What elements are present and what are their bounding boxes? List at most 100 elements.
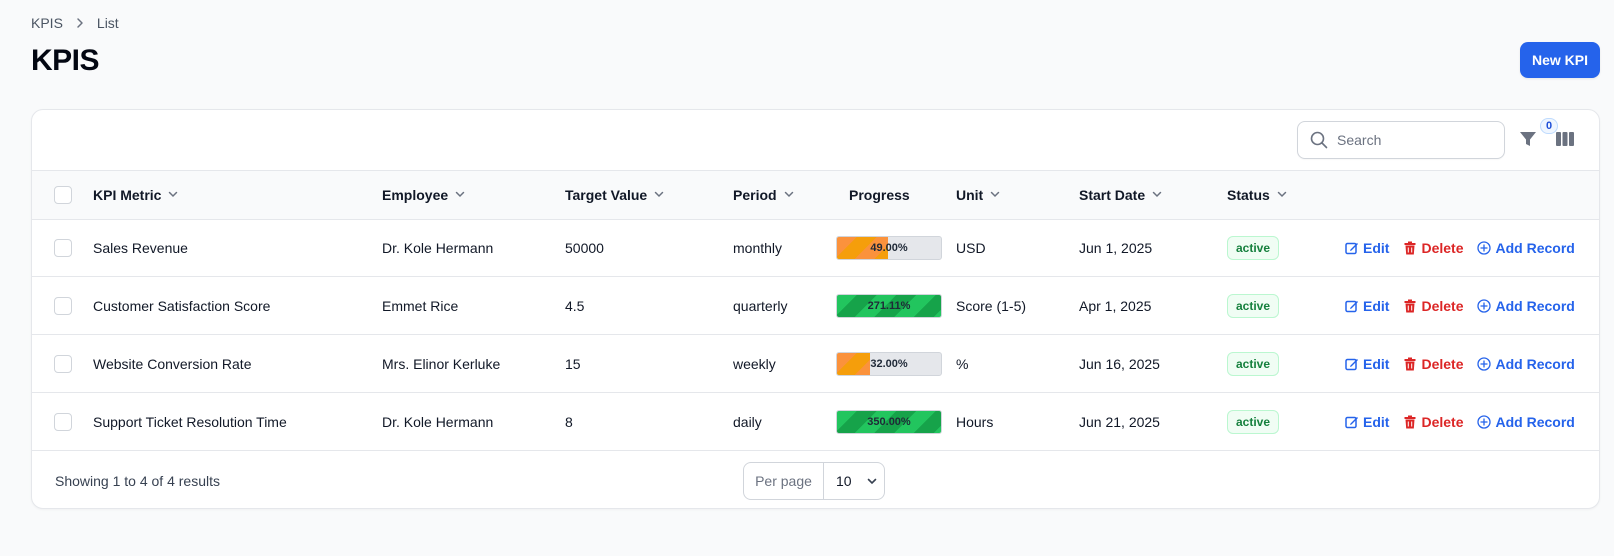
column-label: Progress <box>849 187 910 203</box>
plus-circle-icon <box>1477 357 1492 371</box>
unit-cell: % <box>956 356 969 372</box>
row-checkbox[interactable] <box>54 413 72 431</box>
row-checkbox[interactable] <box>54 239 72 257</box>
column-label: Start Date <box>1079 187 1146 203</box>
column-label: Target Value <box>565 187 648 203</box>
status-cell: active <box>1227 336 1280 392</box>
edit-button[interactable]: Edit <box>1345 298 1389 314</box>
chevron-down-icon <box>454 187 466 203</box>
column-header-progress: Progress <box>849 171 910 219</box>
add-record-label: Add Record <box>1495 356 1575 372</box>
trash-icon <box>1403 357 1417 371</box>
plus-circle-icon <box>1477 241 1492 255</box>
trash-icon <box>1403 241 1417 255</box>
row-actions: Edit Delete Add Record <box>1345 394 1575 450</box>
start-date-cell: Apr 1, 2025 <box>1079 298 1152 314</box>
status-badge: active <box>1227 294 1280 318</box>
column-header-employee[interactable]: Employee <box>382 171 466 219</box>
column-label: KPI Metric <box>93 187 162 203</box>
kpi-metric-cell: Sales Revenue <box>93 240 188 256</box>
table-row: Sales Revenue Dr. Kole Hermann 50000 mon… <box>32 220 1599 277</box>
edit-button[interactable]: Edit <box>1345 414 1389 430</box>
column-header-target-value[interactable]: Target Value <box>565 171 665 219</box>
row-actions: Edit Delete Add Record <box>1345 220 1575 276</box>
add-record-label: Add Record <box>1495 240 1575 256</box>
table-toolbar: 0 <box>32 110 1599 171</box>
plus-circle-icon <box>1477 299 1492 313</box>
delete-label: Delete <box>1421 240 1464 256</box>
breadcrumb-current: List <box>96 15 119 31</box>
table-header: KPI Metric Employee Target Value Period … <box>32 171 1599 220</box>
add-record-button[interactable]: Add Record <box>1477 240 1575 256</box>
add-record-label: Add Record <box>1495 414 1575 430</box>
add-record-button[interactable]: Add Record <box>1477 414 1575 430</box>
delete-button[interactable]: Delete <box>1403 298 1463 314</box>
column-header-start-date[interactable]: Start Date <box>1079 171 1163 219</box>
add-record-button[interactable]: Add Record <box>1477 356 1575 372</box>
delete-button[interactable]: Delete <box>1403 414 1463 430</box>
chevron-right-icon <box>73 16 87 30</box>
chevron-down-icon <box>1151 187 1163 203</box>
target-value-cell: 4.5 <box>565 298 585 314</box>
status-badge: active <box>1227 236 1280 260</box>
progress-bar: 350.00% <box>836 410 942 434</box>
start-date-cell: Jun 21, 2025 <box>1079 414 1160 430</box>
table-row: Website Conversion Rate Mrs. Elinor Kerl… <box>32 336 1599 393</box>
employee-cell: Emmet Rice <box>382 298 459 314</box>
column-header-period[interactable]: Period <box>733 171 795 219</box>
columns-icon[interactable] <box>1555 129 1575 149</box>
edit-label: Edit <box>1363 298 1390 314</box>
target-value-cell: 15 <box>565 356 581 372</box>
search-input[interactable] <box>1337 132 1487 148</box>
per-page-select[interactable]: Per page 10 <box>743 462 885 500</box>
start-date-cell: Jun 1, 2025 <box>1079 240 1153 256</box>
status-badge: active <box>1227 410 1280 434</box>
kpi-metric-cell: Customer Satisfaction Score <box>93 298 271 314</box>
column-header-kpi-metric[interactable]: KPI Metric <box>93 171 179 219</box>
row-checkbox[interactable] <box>54 297 72 315</box>
kpi-table-card: 0 KPI Metric Employee Target Value Perio… <box>31 109 1600 509</box>
chevron-down-icon <box>167 187 179 203</box>
status-cell: active <box>1227 220 1280 276</box>
progress-label: 32.00% <box>870 358 908 370</box>
edit-icon <box>1345 241 1359 255</box>
add-record-button[interactable]: Add Record <box>1477 298 1575 314</box>
edit-label: Edit <box>1363 240 1390 256</box>
new-kpi-button[interactable]: New KPI <box>1520 42 1600 78</box>
edit-icon <box>1345 299 1359 313</box>
delete-button[interactable]: Delete <box>1403 356 1463 372</box>
chevron-down-icon <box>866 475 878 487</box>
column-label: Unit <box>956 187 984 203</box>
breadcrumb: KPIS List <box>31 15 119 31</box>
edit-button[interactable]: Edit <box>1345 356 1389 372</box>
select-all-checkbox[interactable] <box>54 186 72 204</box>
period-cell: daily <box>733 414 762 430</box>
edit-label: Edit <box>1363 414 1390 430</box>
status-cell: active <box>1227 394 1280 450</box>
target-value-cell: 50000 <box>565 240 604 256</box>
employee-cell: Dr. Kole Hermann <box>382 240 494 256</box>
search-box[interactable] <box>1297 121 1505 159</box>
breadcrumb-root[interactable]: KPIS <box>31 15 63 31</box>
status-cell: active <box>1227 278 1280 334</box>
per-page-label: Per page <box>744 463 824 499</box>
table-footer: Showing 1 to 4 of 4 results Per page 10 <box>32 452 1599 508</box>
row-checkbox[interactable] <box>54 355 72 373</box>
period-cell: weekly <box>733 356 776 372</box>
unit-cell: USD <box>956 240 986 256</box>
per-page-value: 10 <box>836 473 852 489</box>
unit-cell: Score (1-5) <box>956 298 1027 314</box>
row-actions: Edit Delete Add Record <box>1345 278 1575 334</box>
column-header-status[interactable]: Status <box>1227 171 1288 219</box>
row-actions: Edit Delete Add Record <box>1345 336 1575 392</box>
delete-label: Delete <box>1421 356 1464 372</box>
chevron-down-icon <box>653 187 665 203</box>
period-cell: monthly <box>733 240 783 256</box>
progress-cell: 32.00% <box>836 336 942 392</box>
per-page-value-box[interactable]: 10 <box>824 463 884 499</box>
column-header-unit[interactable]: Unit <box>956 171 1001 219</box>
edit-button[interactable]: Edit <box>1345 240 1389 256</box>
progress-bar: 32.00% <box>836 352 942 376</box>
filter-icon[interactable] <box>1518 129 1538 149</box>
delete-button[interactable]: Delete <box>1403 240 1463 256</box>
